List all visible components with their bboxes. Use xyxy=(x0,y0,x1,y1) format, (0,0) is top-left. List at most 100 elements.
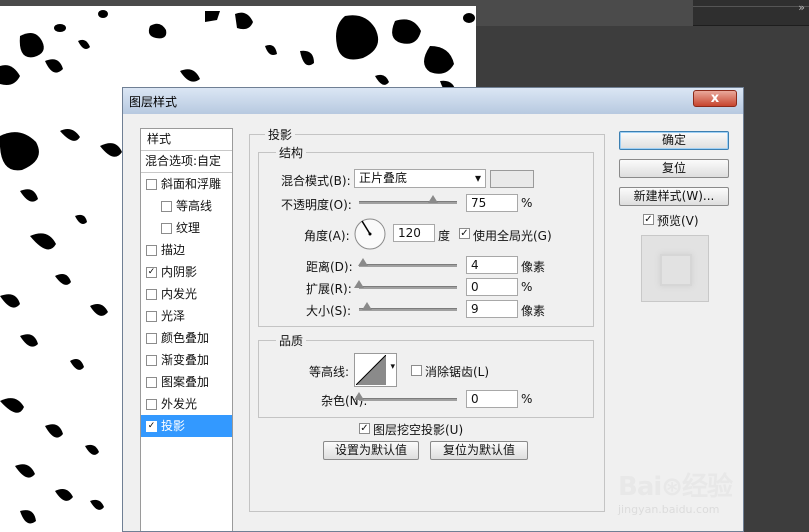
make-default-button[interactable]: 设置为默认值 xyxy=(323,441,419,460)
style-item[interactable]: 外发光 xyxy=(141,393,232,415)
opacity-label: 不透明度(O): xyxy=(281,198,352,212)
dialog-titlebar[interactable]: 图层样式 x xyxy=(123,88,743,114)
style-item-checkbox[interactable] xyxy=(161,201,172,212)
spread-slider-thumb[interactable] xyxy=(354,280,364,288)
style-item[interactable]: 等高线 xyxy=(141,195,232,217)
style-item-label: 渐变叠加 xyxy=(161,353,210,367)
style-item-label: 等高线 xyxy=(176,199,213,213)
style-item-label: 图案叠加 xyxy=(161,375,210,389)
style-item[interactable]: ✓ 投影 xyxy=(141,415,232,437)
styles-list-header[interactable]: 样式 xyxy=(141,129,232,151)
style-item-checkbox[interactable] xyxy=(146,377,157,388)
global-light-checkbox[interactable]: ✓ xyxy=(459,228,470,239)
knockout-checkbox[interactable]: ✓ xyxy=(359,423,370,434)
check-icon: ✓ xyxy=(147,267,156,277)
anti-alias-checkbox[interactable] xyxy=(411,365,422,376)
style-item-checkbox[interactable] xyxy=(146,355,157,366)
check-icon: ✓ xyxy=(360,423,369,434)
style-item-checkbox[interactable]: ✓ xyxy=(146,267,157,278)
spread-unit: % xyxy=(521,280,533,294)
opacity-slider-track[interactable] xyxy=(359,201,457,204)
distance-label: 距离(D): xyxy=(306,260,353,274)
watermark-url: jingyan.baidu.com xyxy=(618,503,720,516)
noise-unit: % xyxy=(521,392,533,406)
noise-slider-track[interactable] xyxy=(359,398,457,401)
style-item[interactable]: 描边 xyxy=(141,239,232,261)
blend-mode-value: 正片叠底 xyxy=(359,171,408,185)
blend-mode-label: 混合模式(B): xyxy=(281,174,351,188)
style-item[interactable]: 光泽 xyxy=(141,305,232,327)
style-item[interactable]: ✓ 内阴影 xyxy=(141,261,232,283)
spread-slider-track[interactable] xyxy=(359,286,457,289)
style-item-checkbox[interactable] xyxy=(146,311,157,322)
preview-label: 预览(V) xyxy=(657,214,699,228)
quality-title: 品质 xyxy=(276,332,307,349)
style-item[interactable]: 渐变叠加 xyxy=(141,349,232,371)
style-item-checkbox[interactable] xyxy=(146,399,157,410)
collapsed-panel[interactable]: » xyxy=(693,0,809,26)
style-item[interactable]: 图案叠加 xyxy=(141,371,232,393)
style-item[interactable]: 颜色叠加 xyxy=(141,327,232,349)
distance-field[interactable]: 4 xyxy=(466,256,518,274)
double-arrow-icon[interactable]: » xyxy=(798,1,805,14)
style-item-label: 斜面和浮雕 xyxy=(161,177,222,191)
distance-slider-thumb[interactable] xyxy=(358,258,368,266)
styles-list: 样式 混合选项:自定 斜面和浮雕等高线纹理 描边 ✓ 内阴影内发光光泽颜色叠加渐变叠加… xyxy=(140,128,233,531)
style-item-label: 光泽 xyxy=(161,309,186,323)
reset-button[interactable]: 复位 xyxy=(619,159,729,178)
preview-swatch xyxy=(660,254,692,286)
preview-thumbnail xyxy=(641,235,709,302)
opacity-slider-thumb[interactable] xyxy=(428,195,438,203)
size-label: 大小(S): xyxy=(306,304,352,318)
global-light-label: 使用全局光(G) xyxy=(473,229,552,243)
dialog-title: 图层样式 xyxy=(129,95,178,109)
watermark-logo: Bai⊛经验 xyxy=(618,472,733,502)
style-item[interactable]: 纹理 xyxy=(141,217,232,239)
ok-button[interactable]: 确定 xyxy=(619,131,729,150)
style-item-label: 投影 xyxy=(161,419,186,433)
chevron-down-icon: ▾ xyxy=(390,362,395,372)
chevron-down-icon: ▾ xyxy=(474,171,481,185)
blending-options-item[interactable]: 混合选项:自定 xyxy=(141,151,232,173)
style-item-checkbox[interactable] xyxy=(146,333,157,344)
size-slider-track[interactable] xyxy=(359,308,457,311)
contour-curve-icon xyxy=(356,355,386,385)
noise-field[interactable]: 0 xyxy=(466,390,518,408)
style-item[interactable]: 斜面和浮雕 xyxy=(141,173,232,195)
distance-slider-track[interactable] xyxy=(359,264,457,267)
new-style-button[interactable]: 新建样式(W)... xyxy=(619,187,729,206)
spread-label: 扩展(R): xyxy=(306,282,352,296)
angle-field[interactable]: 120 xyxy=(393,224,435,242)
blend-mode-select[interactable]: 正片叠底 ▾ xyxy=(354,169,486,188)
noise-slider-thumb[interactable] xyxy=(354,392,364,400)
opacity-unit: % xyxy=(521,196,533,210)
style-item-checkbox[interactable]: ✓ xyxy=(146,421,157,432)
preview-checkbox[interactable]: ✓ xyxy=(643,214,654,225)
size-slider-thumb[interactable] xyxy=(362,302,372,310)
anti-alias-label: 消除锯齿(L) xyxy=(425,365,490,379)
size-unit: 像素 xyxy=(521,304,546,318)
angle-dial-icon[interactable] xyxy=(353,217,387,251)
contour-picker[interactable]: ▾ xyxy=(354,353,397,387)
style-item-checkbox[interactable] xyxy=(146,289,157,300)
size-field[interactable]: 9 xyxy=(466,300,518,318)
style-items: 斜面和浮雕等高线纹理 描边 ✓ 内阴影内发光光泽颜色叠加渐变叠加图案叠加外发光 ✓ 投影 xyxy=(141,173,232,437)
reset-default-button[interactable]: 复位为默认值 xyxy=(430,441,528,460)
distance-unit: 像素 xyxy=(521,260,546,274)
spread-field[interactable]: 0 xyxy=(466,278,518,296)
close-button[interactable]: x xyxy=(693,90,737,107)
drop-shadow-title: 投影 xyxy=(265,126,296,143)
shadow-color-swatch[interactable] xyxy=(490,170,534,188)
structure-title: 结构 xyxy=(276,144,307,161)
opacity-field[interactable]: 75 xyxy=(466,194,518,212)
check-icon: ✓ xyxy=(147,421,156,431)
style-item-checkbox[interactable] xyxy=(161,223,172,234)
baidu-jingyan-watermark: Bai⊛经验 jingyan.baidu.com xyxy=(618,466,733,516)
angle-label: 角度(A): xyxy=(304,229,350,243)
style-item-label: 内发光 xyxy=(161,287,198,301)
style-item-checkbox[interactable] xyxy=(146,179,157,190)
knockout-label: 图层挖空投影(U) xyxy=(373,423,464,437)
style-item-checkbox[interactable] xyxy=(146,245,157,256)
style-item[interactable]: 内发光 xyxy=(141,283,232,305)
angle-unit: 度 xyxy=(438,229,451,243)
